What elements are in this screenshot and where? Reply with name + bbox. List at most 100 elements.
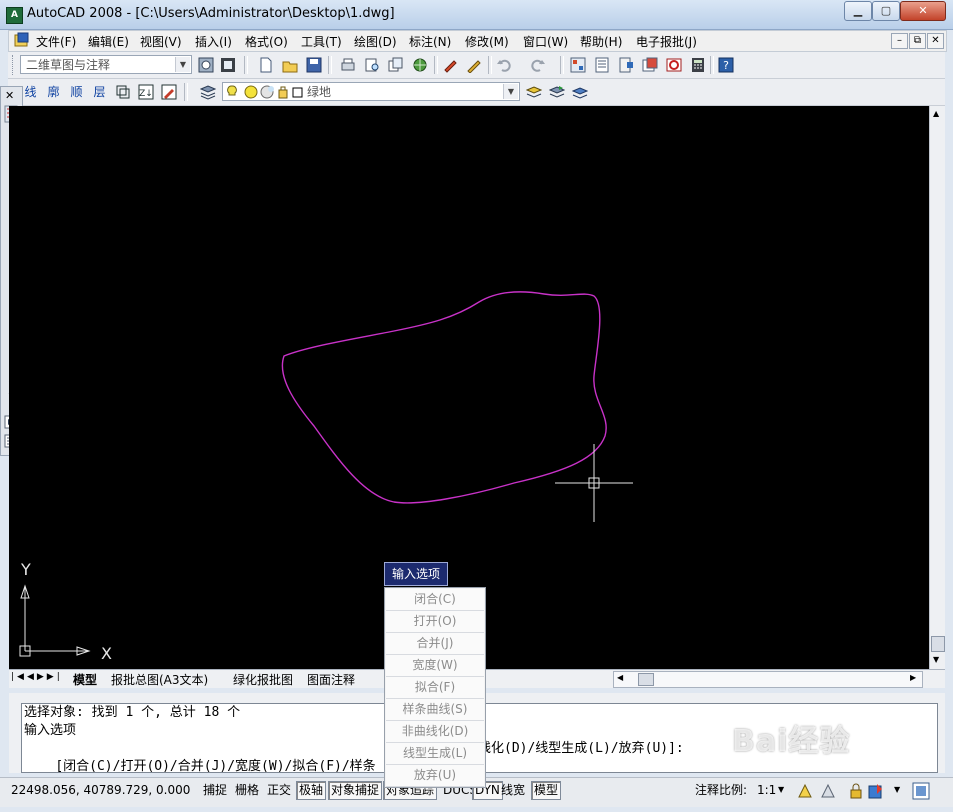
tab-navigation-icons[interactable]: |◀◀▶▶| — [11, 672, 63, 682]
design-center-icon[interactable] — [568, 55, 587, 74]
menu-file[interactable]: 文件(F) — [36, 33, 76, 50]
option-linetype-gen[interactable]: 线型生成(L) — [386, 743, 484, 765]
calculator-icon[interactable] — [688, 55, 707, 74]
undo-icon[interactable] — [494, 55, 513, 74]
block-editor-icon[interactable] — [464, 55, 483, 74]
annotation-visibility-icon[interactable] — [797, 783, 813, 799]
menu-e-approval[interactable]: 电子报批(J) — [636, 33, 697, 50]
tray-settings-icon[interactable] — [868, 783, 884, 799]
match-properties-icon[interactable] — [440, 55, 459, 74]
sheet-set-icon[interactable] — [640, 55, 659, 74]
option-undo[interactable]: 放弃(U) — [386, 765, 484, 787]
doc-close-button[interactable]: ✕ — [927, 33, 944, 49]
chevron-down-icon[interactable]: ▼ — [503, 84, 518, 99]
publish-web-icon[interactable] — [410, 55, 429, 74]
crosshair-cursor — [555, 444, 633, 522]
scrollbar-thumb[interactable] — [931, 636, 945, 652]
make-current-layer-icon[interactable] — [524, 82, 543, 101]
option-decurve[interactable]: 非曲线化(D) — [386, 721, 484, 743]
drawing-area[interactable]: Y X — [9, 106, 929, 669]
coordinate-readout[interactable]: 22498.056, 40789.729, 0.000 — [8, 781, 193, 800]
drawing-document-icon[interactable] — [14, 32, 30, 48]
edit-pen-icon[interactable] — [159, 82, 178, 101]
tab-greening-plan[interactable]: 绿化报批图 — [233, 671, 293, 688]
doc-restore-button[interactable]: ⧉ — [909, 33, 926, 49]
layer-manager-icon[interactable] — [198, 82, 217, 101]
layer-button[interactable]: 层 — [90, 82, 109, 102]
scroll-left-icon[interactable]: ◀ — [617, 673, 623, 682]
lineweight-toggle[interactable]: 线宽 — [498, 781, 528, 800]
menu-help[interactable]: 帮助(H) — [580, 33, 622, 50]
option-width[interactable]: 宽度(W) — [386, 655, 484, 677]
lock-icon[interactable] — [848, 783, 864, 799]
layer-previous-icon[interactable] — [547, 82, 566, 101]
workspace-settings-icon[interactable] — [196, 55, 215, 74]
layer-combo[interactable]: 绿地 ▼ — [222, 82, 520, 101]
menu-window[interactable]: 窗口(W) — [523, 33, 568, 50]
close-button[interactable]: ✕ — [900, 1, 946, 21]
menu-insert[interactable]: 插入(I) — [195, 33, 232, 50]
workspace-combo[interactable]: 二维草图与注释 ▼ — [20, 55, 192, 74]
plot-preview-icon[interactable] — [362, 55, 381, 74]
hscroll-thumb[interactable] — [638, 673, 654, 686]
osnap-toggle[interactable]: 对象捕捉 — [328, 781, 383, 800]
scroll-up-icon[interactable]: ▲ — [933, 109, 939, 118]
menu-modify[interactable]: 修改(M) — [465, 33, 509, 50]
menu-edit[interactable]: 编辑(E) — [88, 33, 129, 50]
option-spline[interactable]: 样条曲线(S) — [386, 699, 484, 721]
scroll-right-icon[interactable]: ▶ — [910, 673, 916, 682]
dynamic-options-menu: 闭合(C) 打开(O) 合并(J) 宽度(W) 拟合(F) 样条曲线(S) 非曲… — [384, 587, 486, 788]
ortho-toggle[interactable]: 正交 — [264, 781, 294, 800]
option-open[interactable]: 打开(O) — [386, 611, 484, 633]
polar-toggle[interactable]: 极轴 — [296, 781, 327, 800]
tab-model[interactable]: 模型 — [73, 671, 97, 688]
properties-icon[interactable] — [592, 55, 611, 74]
clean-screen-icon[interactable] — [218, 55, 237, 74]
snap-toggle[interactable]: 捕捉 — [200, 781, 230, 800]
redo-icon[interactable] — [528, 55, 547, 74]
sort-icon[interactable]: Z↓ — [136, 82, 155, 101]
layer-combo-value: 绿地 — [307, 85, 332, 99]
toolbar-grip[interactable] — [12, 55, 16, 75]
status-menu-arrow-icon[interactable]: ▼ — [894, 785, 900, 794]
menu-view[interactable]: 视图(V) — [140, 33, 182, 50]
option-join[interactable]: 合并(J) — [386, 633, 484, 655]
markup-icon[interactable] — [664, 55, 683, 74]
rectangle-tool-icon[interactable] — [113, 82, 132, 101]
chevron-down-icon[interactable]: ▼ — [175, 57, 190, 72]
menu-draw[interactable]: 绘图(D) — [354, 33, 397, 50]
tool-palettes-icon[interactable] — [616, 55, 635, 74]
polyline-boundary-curve[interactable] — [281, 291, 607, 504]
help-icon[interactable]: ? — [716, 55, 735, 74]
model-toggle[interactable]: 模型 — [531, 781, 562, 800]
new-file-icon[interactable] — [256, 55, 275, 74]
plot-icon[interactable] — [338, 55, 357, 74]
line-button[interactable]: 线 — [21, 82, 40, 102]
close-icon[interactable]: ✕ — [5, 89, 14, 102]
tab-approval-plan[interactable]: 报批总图(A3文本) — [111, 671, 208, 688]
menu-format[interactable]: 格式(O) — [245, 33, 288, 50]
grid-toggle[interactable]: 栅格 — [232, 781, 262, 800]
menu-tools[interactable]: 工具(T) — [301, 33, 342, 50]
horizontal-scrollbar[interactable]: ◀ ▶ — [613, 671, 923, 688]
order-button[interactable]: 顺 — [67, 82, 86, 102]
vertical-scrollbar[interactable]: ▲ ▼ — [929, 106, 945, 669]
autocad-app-icon[interactable]: A — [6, 7, 23, 24]
menu-dimension[interactable]: 标注(N) — [409, 33, 451, 50]
option-fit[interactable]: 拟合(F) — [386, 677, 484, 699]
save-icon[interactable] — [304, 55, 323, 74]
chevron-down-icon[interactable]: ▼ — [778, 785, 784, 794]
doc-minimize-button[interactable]: – — [891, 33, 908, 49]
scroll-down-icon[interactable]: ▼ — [933, 655, 939, 664]
minimize-button[interactable]: ▁ — [844, 1, 872, 21]
maximize-button[interactable]: ▢ — [872, 1, 900, 21]
clean-screen-toggle-icon[interactable] — [912, 782, 930, 800]
tab-annotations[interactable]: 图面注释 — [307, 671, 355, 688]
layer-states-icon[interactable] — [570, 82, 589, 101]
auto-scale-icon[interactable] — [820, 783, 836, 799]
publish-icon[interactable] — [386, 55, 405, 74]
option-close[interactable]: 闭合(C) — [386, 589, 484, 611]
annotation-scale-value[interactable]: 1:1 — [754, 781, 779, 800]
open-file-icon[interactable] — [280, 55, 299, 74]
outline-button[interactable]: 廓 — [44, 82, 63, 102]
